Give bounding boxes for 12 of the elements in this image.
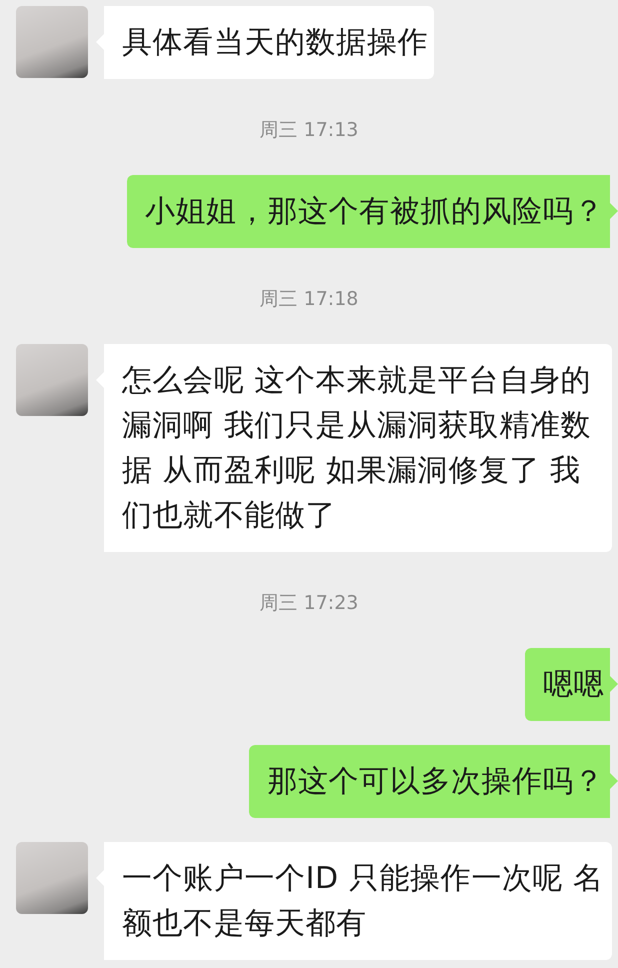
- message-bubble: 具体看当天的数据操作: [96, 6, 434, 79]
- timestamp: 周三 17:13: [260, 119, 358, 141]
- timestamp: 周三 17:23: [260, 592, 358, 614]
- timestamp: 周三 17:18: [260, 288, 358, 310]
- message-bubble: 小姐姐，那这个有被抓的风险吗？: [127, 175, 618, 248]
- message-bubble: 嗯嗯: [524, 648, 618, 721]
- message-bubble: 一个账户一个ID 只能操作一次呢 名额也不是每天都有: [96, 842, 612, 960]
- message-bubble: 那这个可以多次操作吗？: [249, 745, 618, 818]
- avatar-image[interactable]: [16, 344, 88, 416]
- avatar-image[interactable]: [16, 842, 88, 914]
- message-bubble: 怎么会呢 这个本来就是平台自身的漏洞啊 我们只是从漏洞获取精准数据 从而盈利呢 如果漏洞修复了 我们也就不能做了: [96, 344, 612, 552]
- avatar-image[interactable]: [16, 6, 88, 78]
